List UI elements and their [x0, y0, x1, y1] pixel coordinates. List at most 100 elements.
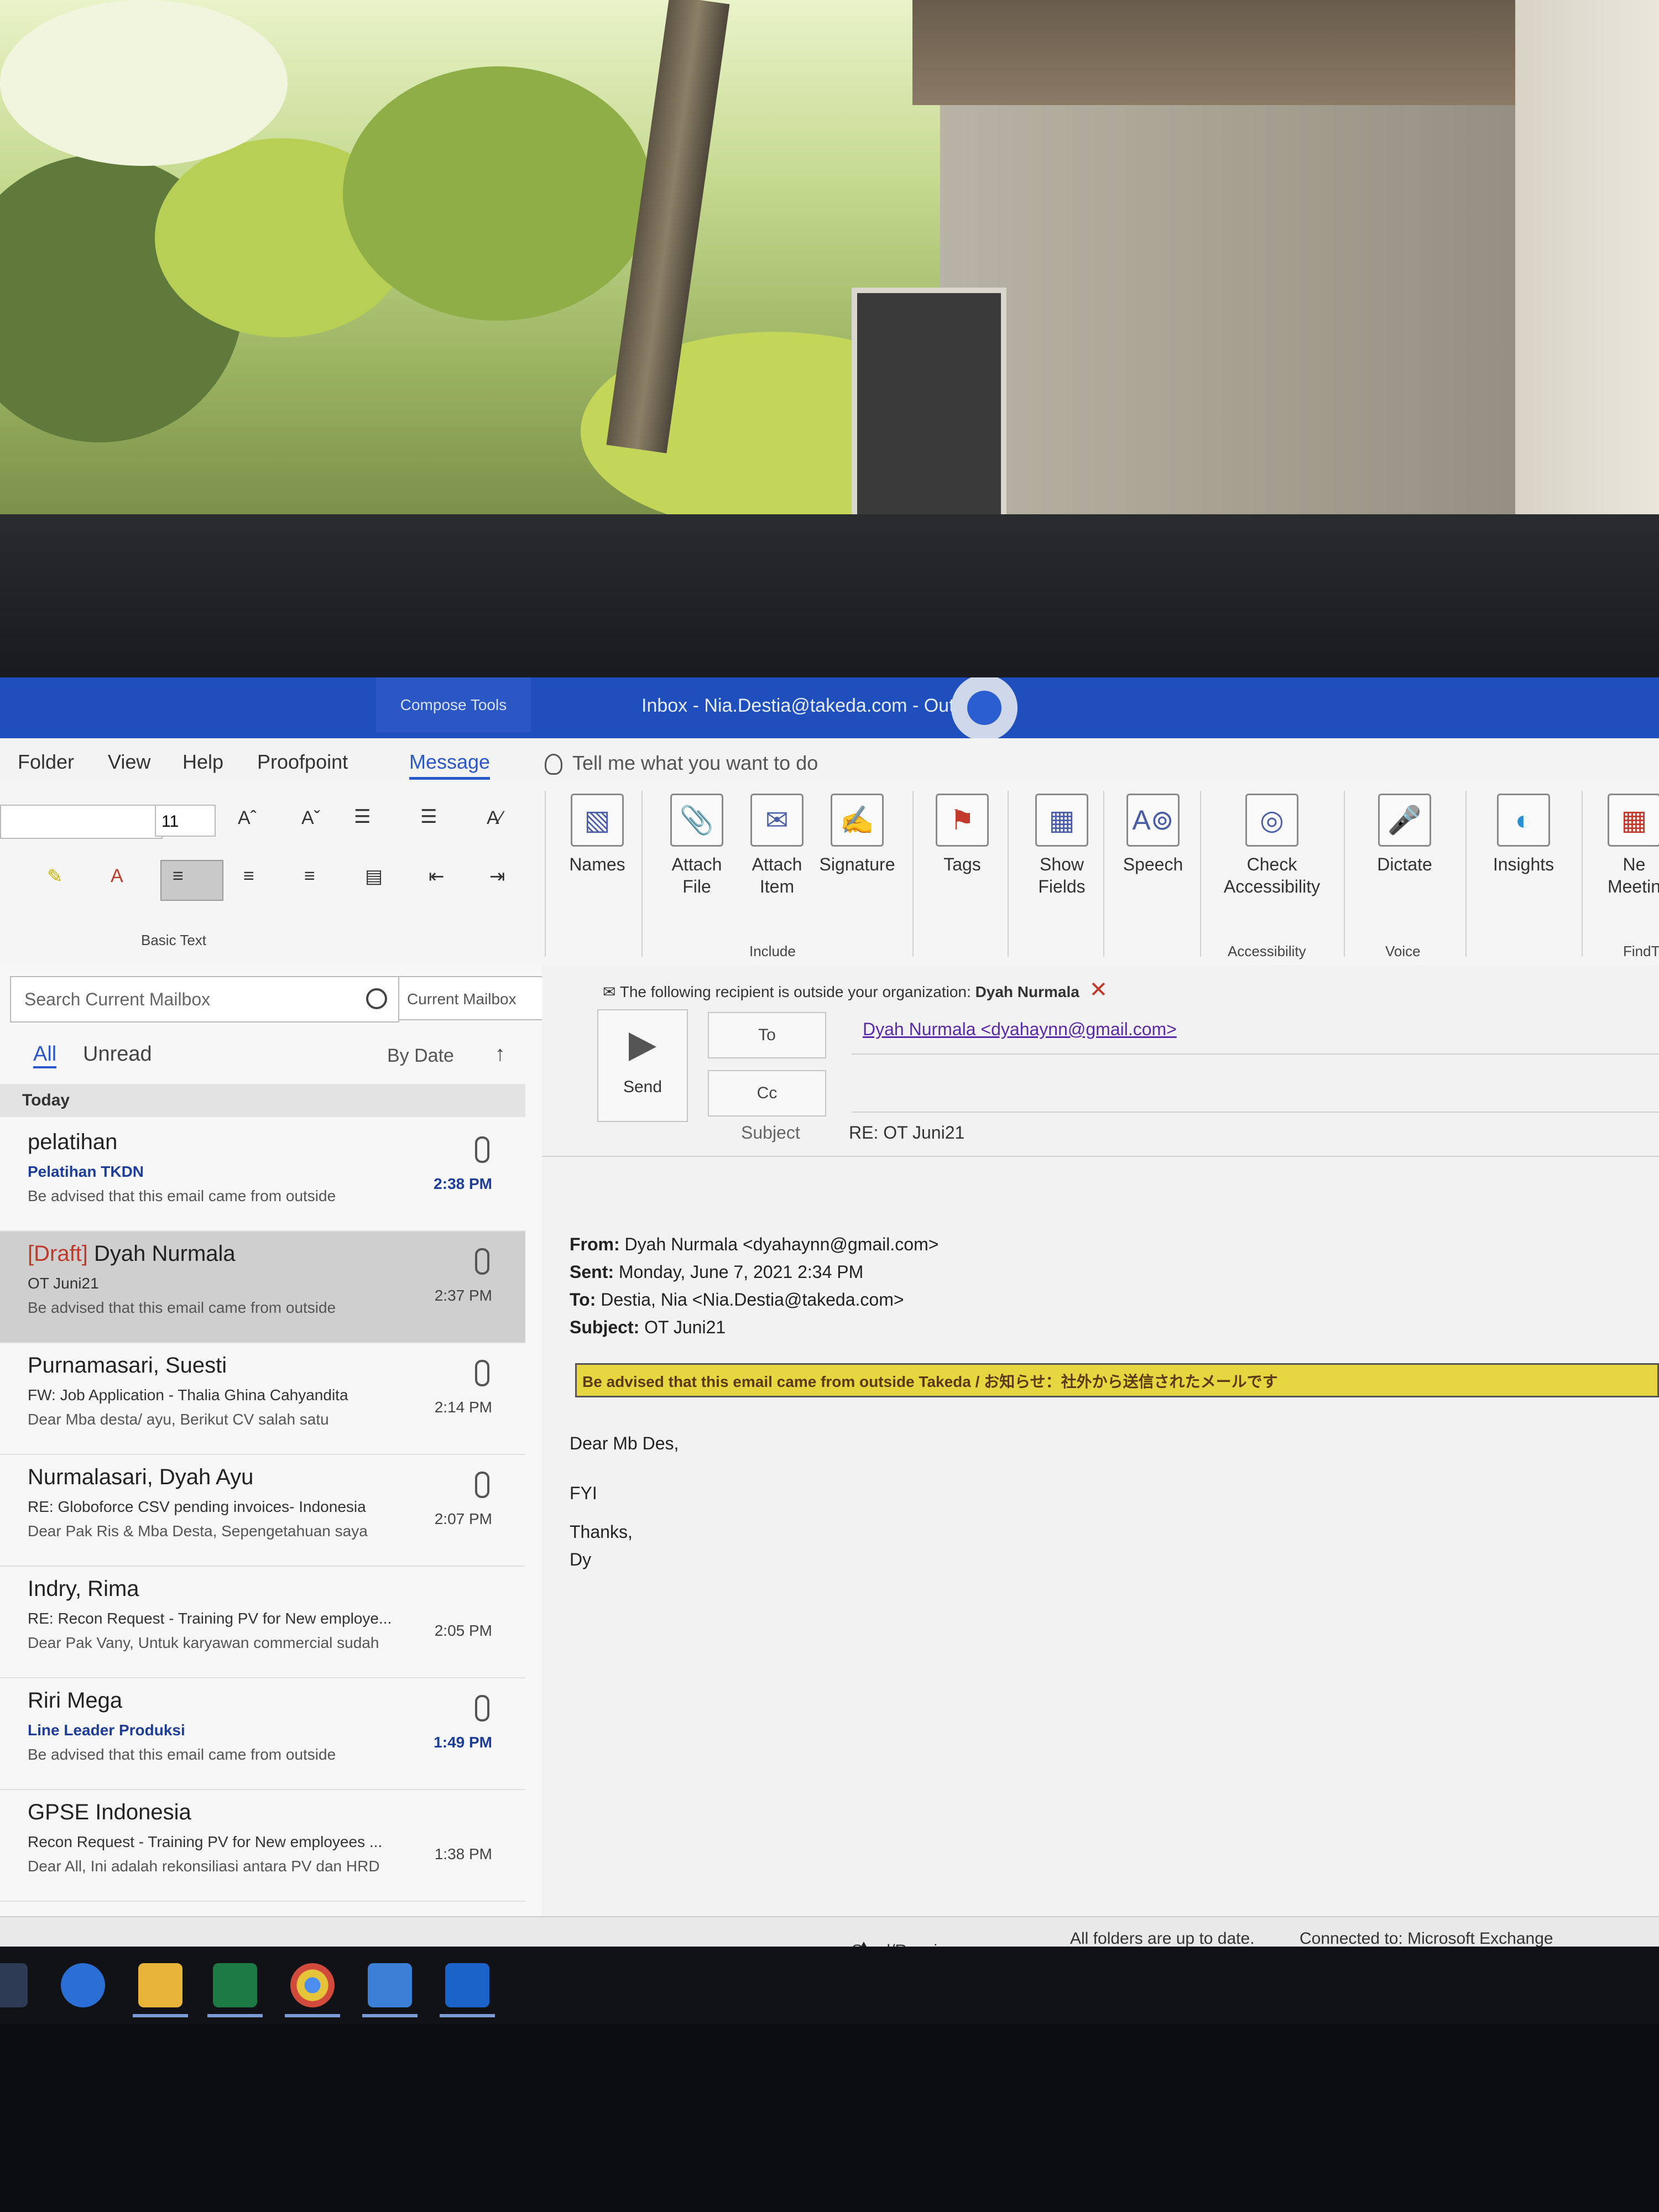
numbering-icon[interactable]: ☰ [420, 806, 437, 828]
show-fields-button[interactable]: ▦ Show Fields [1023, 794, 1100, 898]
clear-formatting-icon[interactable]: A∕ [487, 807, 502, 829]
filter-unread[interactable]: Unread [83, 1042, 152, 1066]
insights-label: Insights [1493, 854, 1554, 874]
calendar-icon: ▦ [1608, 794, 1659, 847]
close-icon[interactable]: ✕ [1089, 978, 1108, 1002]
attachment-icon [475, 1248, 489, 1275]
speech-label: Speech [1123, 854, 1183, 874]
list-item[interactable]: Indry, Rima RE: Recon Request - Training… [0, 1567, 525, 1678]
sort-dropdown[interactable]: By Date [387, 1045, 454, 1067]
cc-button[interactable]: Cc [708, 1070, 826, 1117]
compose-tools-tab[interactable]: Compose Tools [376, 677, 531, 733]
search-placeholder: Search Current Mailbox [24, 989, 211, 1009]
body-line: FYI [570, 1483, 597, 1503]
send-icon [629, 1032, 656, 1061]
compose-pane: ✉ The following recipient is outside you… [542, 965, 1659, 1916]
message-body[interactable]: Dear Mb Des, FYI Thanks, Dy [570, 1418, 679, 1573]
draft-tag: [Draft] [28, 1241, 88, 1266]
accessibility-doc-icon: ◎ [1245, 794, 1298, 847]
list-item[interactable]: Riri Mega Line Leader Produksi Be advise… [0, 1678, 525, 1790]
mail-preview: Dear Pak Ris & Mba Desta, Sepengetahuan … [28, 1522, 368, 1540]
attach-file-label: Attach File [671, 854, 722, 896]
show-fields-label: Show Fields [1038, 854, 1086, 896]
sky [0, 0, 288, 166]
assistant-icon[interactable] [951, 677, 1018, 741]
mail-subject: OT Juni21 [28, 1275, 99, 1292]
tab-help[interactable]: Help [182, 750, 223, 774]
justify-icon[interactable]: ▤ [365, 865, 383, 888]
mail-sender: Purnamasari, Suesti [28, 1353, 227, 1378]
mailbox-scope-dropdown[interactable]: Current Mailbox [398, 976, 547, 1020]
font-size-box[interactable]: 11 [155, 805, 216, 837]
paperclip-icon: 📎 [670, 794, 723, 847]
tab-folder[interactable]: Folder [18, 750, 74, 774]
list-item[interactable]: GPSE Indonesia Recon Request - Training … [0, 1790, 525, 1902]
excel-icon[interactable] [207, 1963, 263, 2017]
bullets-icon[interactable]: ☰ [354, 806, 371, 828]
signature-button[interactable]: ✍ Signature [816, 794, 899, 875]
mail-time: 1:49 PM [434, 1734, 492, 1751]
tab-message[interactable]: Message [409, 750, 491, 780]
file-explorer-icon[interactable] [133, 1963, 188, 2017]
mail-sender-name: Dyah Nurmala [94, 1241, 236, 1266]
warning-text: The following recipient is outside your … [619, 983, 971, 1000]
to-recipient[interactable]: Dyah Nurmala <dyahaynn@gmail.com> [863, 1019, 1177, 1040]
body-thanks: Thanks, [570, 1522, 633, 1542]
tell-me-box[interactable]: Tell me what you want to do [545, 752, 818, 775]
tab-view[interactable]: View [108, 750, 150, 774]
tags-button[interactable]: ⚑ Tags [929, 794, 995, 875]
sort-direction-icon[interactable]: ↑ [495, 1042, 505, 1066]
ribbon-divider [1344, 791, 1345, 957]
group-label-include: Include [749, 943, 796, 959]
attach-item-button[interactable]: ✉ Attach Item [741, 794, 813, 898]
group-label-accessibility: Accessibility [1228, 943, 1306, 959]
photos-icon[interactable] [362, 1963, 418, 2017]
decrease-indent-icon[interactable]: ⇤ [429, 865, 445, 888]
speech-button[interactable]: A⊚ Speech [1117, 794, 1189, 875]
pillar [1515, 0, 1659, 520]
font-color-icon[interactable]: A [111, 865, 123, 887]
background-photo [0, 0, 1659, 520]
search-input[interactable]: Search Current Mailbox [10, 976, 399, 1022]
dictate-button[interactable]: 🎤 Dictate [1366, 794, 1443, 875]
align-right-icon[interactable]: ≡ [304, 865, 315, 887]
ribbon-divider [1103, 791, 1104, 957]
highlight-icon[interactable]: ✎ [47, 865, 63, 888]
list-item[interactable]: Nurmalasari, Dyah Ayu RE: Globoforce CSV… [0, 1455, 525, 1567]
send-button[interactable]: Send [597, 1009, 688, 1122]
insights-button[interactable]: ◐ Insights [1482, 794, 1565, 875]
new-meeting-button[interactable]: ▦ Ne Meetin [1598, 794, 1659, 898]
font-name-box[interactable] [0, 805, 163, 839]
start-icon[interactable] [0, 1963, 28, 2007]
ribbon-divider [1200, 791, 1201, 957]
increase-indent-icon[interactable]: ⇥ [489, 865, 505, 888]
chrome-icon[interactable] [285, 1963, 340, 2017]
outlook-icon[interactable] [440, 1963, 495, 2017]
to-button[interactable]: To [708, 1012, 826, 1058]
mail-preview: Dear Pak Vany, Untuk karyawan commercial… [28, 1634, 379, 1651]
check-accessibility-button[interactable]: ◎ Check Accessibility [1214, 794, 1330, 898]
attach-file-button[interactable]: 📎 Attach File [658, 794, 735, 898]
envelope-attach-icon: ✉ [750, 794, 804, 847]
list-item[interactable]: [Draft] Dyah Nurmala OT Juni21 Be advise… [0, 1232, 525, 1343]
subject-field[interactable]: RE: OT Juni21 [849, 1123, 964, 1143]
grow-font-icon[interactable]: Aˆ [238, 807, 257, 829]
subject-label: Subject [741, 1123, 800, 1142]
align-left-button[interactable] [160, 860, 223, 901]
group-header-today[interactable]: Today [0, 1084, 525, 1117]
mail-sender: GPSE Indonesia [28, 1800, 191, 1824]
check-accessibility-label: Check Accessibility [1223, 854, 1321, 896]
filter-all[interactable]: All [33, 1042, 57, 1068]
tab-proofpoint[interactable]: Proofpoint [257, 750, 348, 774]
assistant-taskbar-icon[interactable] [61, 1963, 105, 2007]
shrink-font-icon[interactable]: Aˇ [301, 807, 320, 829]
list-item[interactable]: pelatihan Pelatihan TKDN Be advised that… [0, 1120, 525, 1232]
folders-status: All folders are up to date. [1070, 1929, 1255, 1948]
list-item[interactable]: Purnamasari, Suesti FW: Job Application … [0, 1343, 525, 1455]
align-center-icon[interactable]: ≡ [243, 865, 254, 887]
search-icon[interactable] [366, 988, 387, 1009]
names-label: Names [569, 854, 625, 874]
names-button[interactable]: ▧ Names [564, 794, 630, 875]
message-list-pane: Search Current Mailbox Current Mailbox A… [0, 965, 547, 1916]
title-bar: Compose Tools Inbox - Nia.Destia@takeda.… [0, 677, 1659, 741]
